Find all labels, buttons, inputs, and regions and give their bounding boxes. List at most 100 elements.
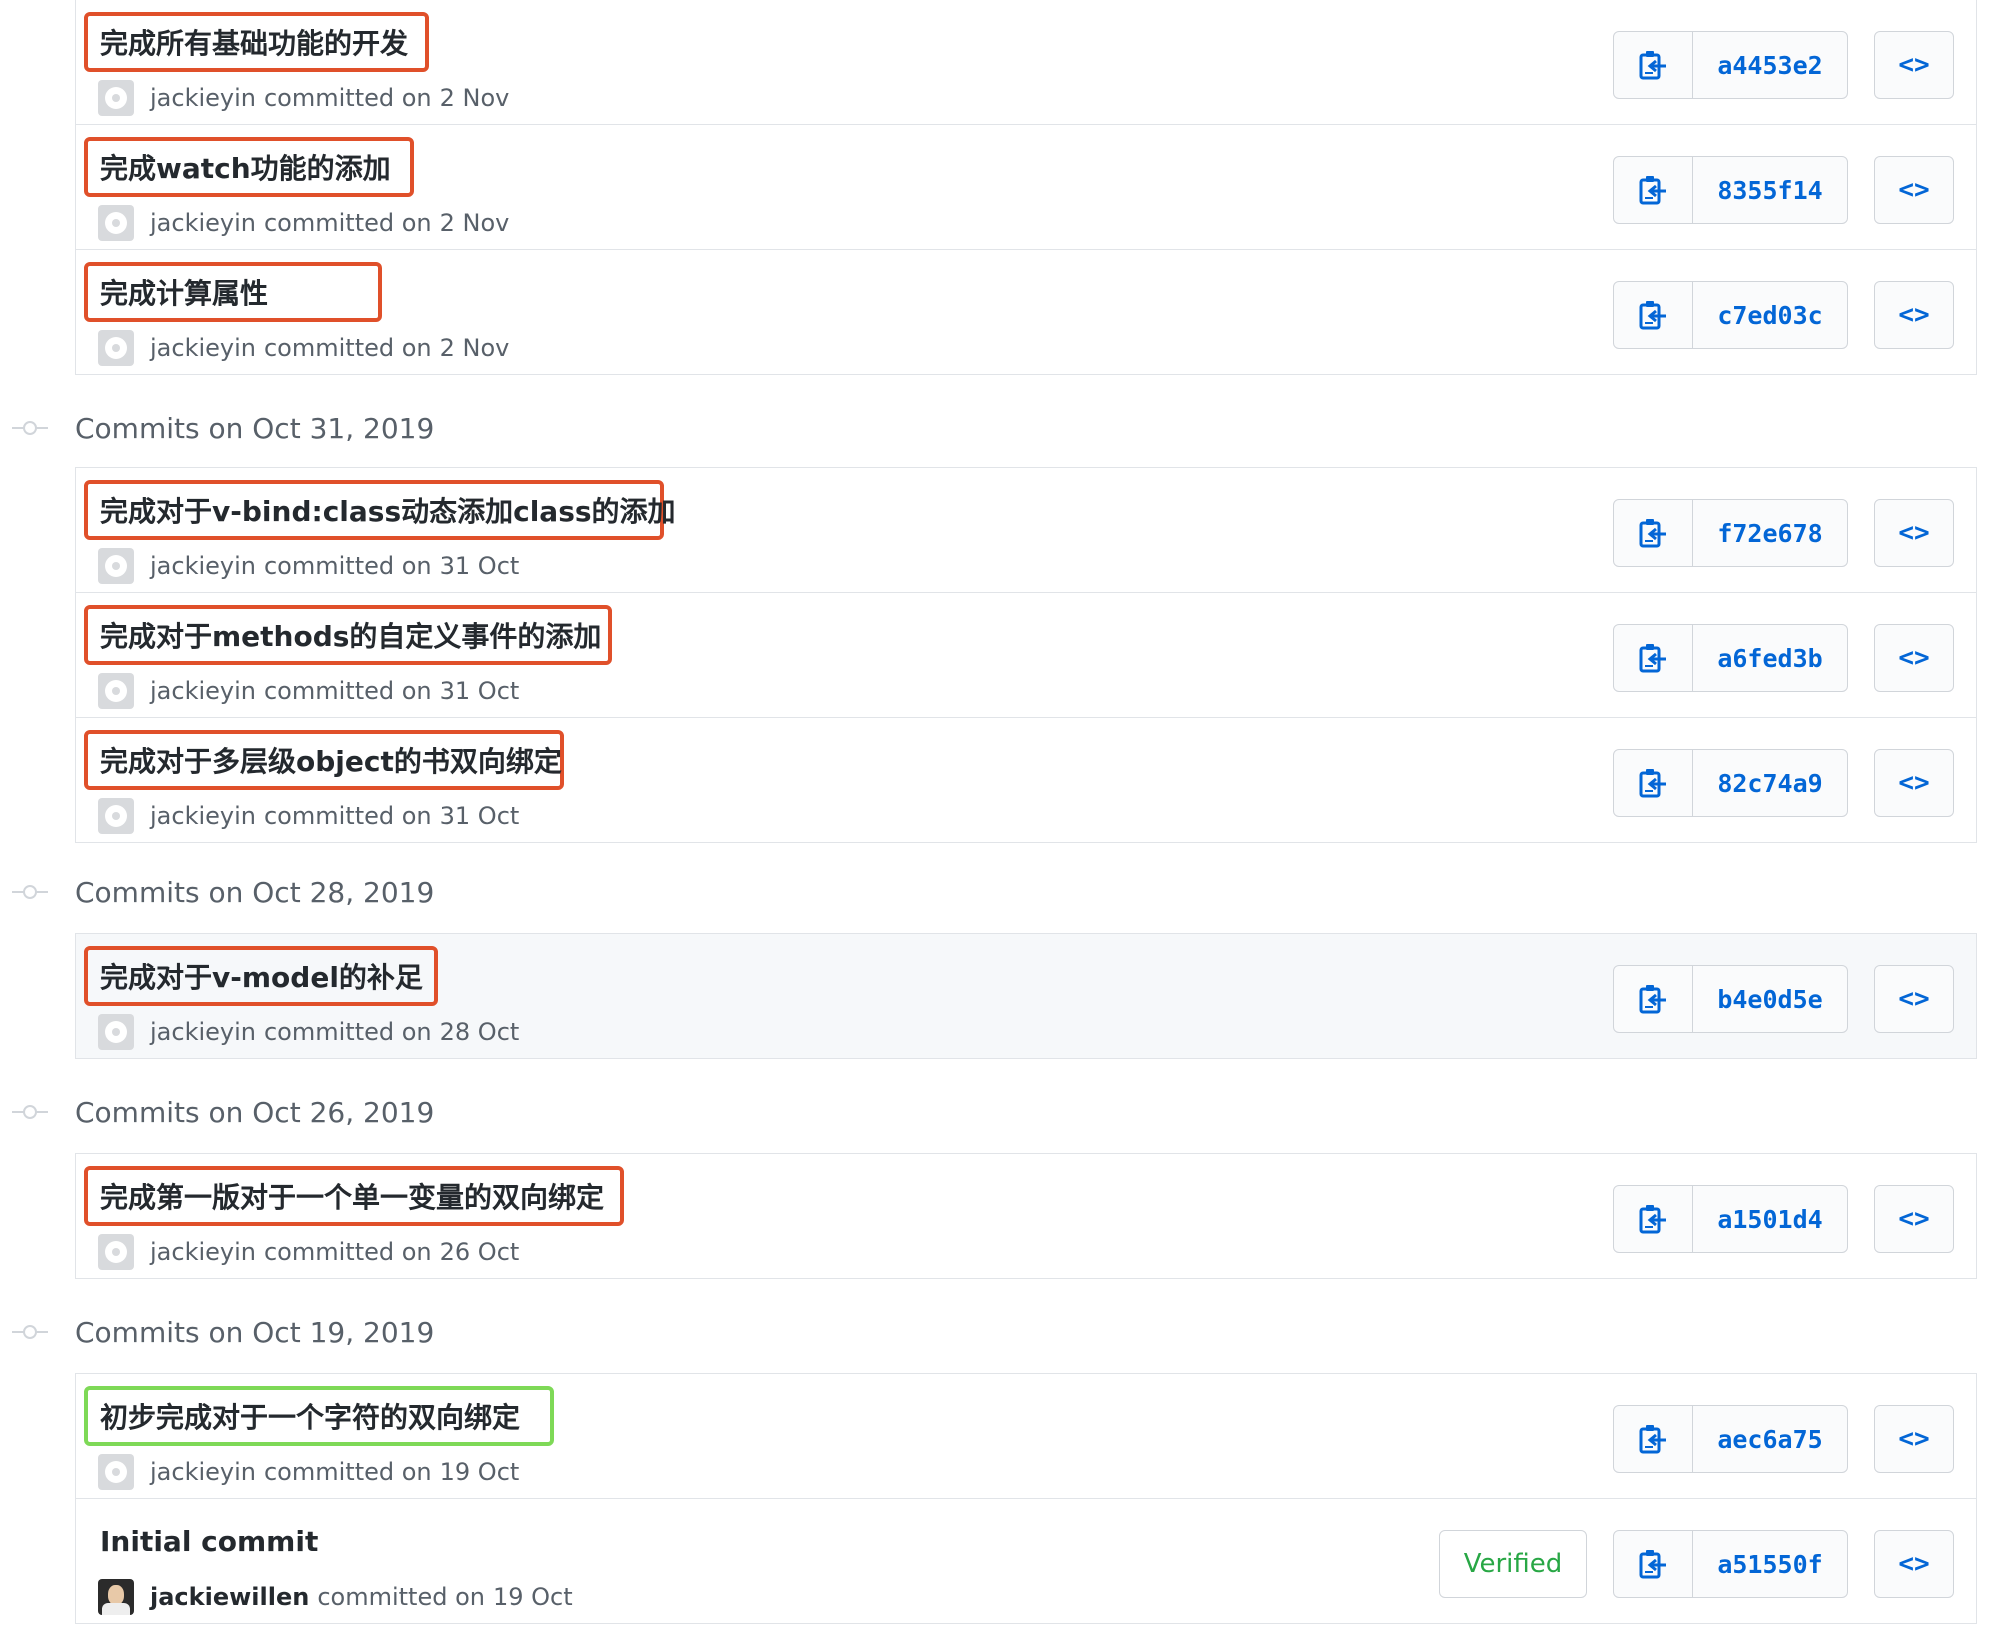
commit-meta: jackieyin committed on 31 Oct xyxy=(98,673,519,709)
copy-sha-group: 82c74a9 xyxy=(1613,749,1848,817)
commit-meta: jackieyin committed on 2 Nov xyxy=(98,205,509,241)
sha-link[interactable]: b4e0d5e xyxy=(1693,966,1847,1032)
commit-row: 完成对于多层级object的书双向绑定 jackieyin committed … xyxy=(76,717,1976,842)
commit-message-link[interactable]: 完成所有基础功能的开发 xyxy=(100,22,408,62)
commit-date: 26 Oct xyxy=(439,1238,520,1266)
code-brackets-icon: <> xyxy=(1898,50,1930,80)
copy-sha-group: a6fed3b xyxy=(1613,624,1848,692)
group-date: Commits on Oct 26, 2019 xyxy=(75,1095,435,1129)
copy-sha-group: a4453e2 xyxy=(1613,31,1848,99)
avatar[interactable] xyxy=(98,330,134,366)
avatar[interactable] xyxy=(98,673,134,709)
commit-message-highlight: 完成第一版对于一个单一变量的双向绑定 xyxy=(84,1166,624,1226)
browse-tree-button[interactable]: <> xyxy=(1874,499,1954,567)
browse-tree-button[interactable]: <> xyxy=(1874,749,1954,817)
author-link[interactable]: jackieyin xyxy=(150,334,256,362)
copy-sha-button[interactable] xyxy=(1614,1186,1693,1252)
avatar[interactable] xyxy=(98,1014,134,1050)
avatar[interactable] xyxy=(98,80,134,116)
commit-meta: jackieyin committed on 2 Nov xyxy=(98,330,509,366)
browse-tree-button[interactable]: <> xyxy=(1874,1185,1954,1253)
copy-sha-button[interactable] xyxy=(1614,750,1693,816)
copy-sha-button[interactable] xyxy=(1614,282,1693,348)
commit-date: 19 Oct xyxy=(439,1458,520,1486)
sha-link[interactable]: a6fed3b xyxy=(1693,625,1847,691)
github-default-avatar-icon xyxy=(105,1461,127,1483)
copy-sha-button[interactable] xyxy=(1614,500,1693,566)
commit-timeline-icon xyxy=(12,1105,48,1119)
copy-sha-group: aec6a75 xyxy=(1613,1405,1848,1473)
browse-tree-button[interactable]: <> xyxy=(1874,156,1954,224)
sha-link[interactable]: a4453e2 xyxy=(1693,32,1847,98)
author-link[interactable]: jackieyin xyxy=(150,1238,256,1266)
commit-message-link[interactable]: 初步完成对于一个字符的双向绑定 xyxy=(100,1396,520,1436)
author-link[interactable]: jackiewillen xyxy=(150,1583,309,1611)
author-link[interactable]: jackieyin xyxy=(150,1458,256,1486)
copy-sha-group: c7ed03c xyxy=(1613,281,1848,349)
commit-message: Initial commit xyxy=(84,1511,344,1571)
commit-message-link[interactable]: 完成对于methods的自定义事件的添加 xyxy=(100,615,601,655)
clipboard-icon xyxy=(1639,769,1666,798)
commit-message-link[interactable]: 完成第一版对于一个单一变量的双向绑定 xyxy=(100,1176,604,1216)
avatar[interactable] xyxy=(98,1234,134,1270)
sha-link[interactable]: a1501d4 xyxy=(1693,1186,1847,1252)
commit-actions: 82c74a9 <> xyxy=(1613,749,1954,817)
commit-group-3: 完成第一版对于一个单一变量的双向绑定 jackieyin committed o… xyxy=(75,1153,1977,1279)
author-link[interactable]: jackieyin xyxy=(150,1018,256,1046)
copy-sha-button[interactable] xyxy=(1614,32,1693,98)
browse-tree-button[interactable]: <> xyxy=(1874,965,1954,1033)
commit-date: 31 Oct xyxy=(439,552,520,580)
author-link[interactable]: jackieyin xyxy=(150,84,256,112)
sha-link[interactable]: aec6a75 xyxy=(1693,1406,1847,1472)
commit-actions: Verified a51550f <> xyxy=(1439,1530,1954,1598)
clipboard-icon xyxy=(1639,176,1666,205)
sha-link[interactable]: 8355f14 xyxy=(1693,157,1847,223)
avatar[interactable] xyxy=(98,205,134,241)
commit-message-link[interactable]: Initial commit xyxy=(100,1525,318,1558)
copy-sha-button[interactable] xyxy=(1614,625,1693,691)
clipboard-icon xyxy=(1639,985,1666,1014)
browse-tree-button[interactable]: <> xyxy=(1874,31,1954,99)
github-default-avatar-icon xyxy=(105,1241,127,1263)
github-default-avatar-icon xyxy=(105,1021,127,1043)
author-link[interactable]: jackieyin xyxy=(150,209,256,237)
group-date: Commits on Oct 28, 2019 xyxy=(75,875,435,909)
browse-tree-button[interactable]: <> xyxy=(1874,281,1954,349)
sha-link[interactable]: f72e678 xyxy=(1693,500,1847,566)
commit-message-link[interactable]: 完成计算属性 xyxy=(100,272,268,312)
copy-sha-button[interactable] xyxy=(1614,966,1693,1032)
browse-tree-button[interactable]: <> xyxy=(1874,1405,1954,1473)
avatar[interactable] xyxy=(98,1579,134,1615)
commit-message-link[interactable]: 完成对于v-model的补足 xyxy=(100,956,423,996)
commit-meta: jackieyin committed on 31 Oct xyxy=(98,798,519,834)
copy-sha-group: f72e678 xyxy=(1613,499,1848,567)
commit-date: 2 Nov xyxy=(439,84,510,112)
verified-badge[interactable]: Verified xyxy=(1439,1530,1587,1598)
committed-label: committed on xyxy=(263,1238,432,1266)
commit-message-link[interactable]: 完成对于多层级object的书双向绑定 xyxy=(100,740,562,780)
copy-sha-button[interactable] xyxy=(1614,1406,1693,1472)
avatar[interactable] xyxy=(98,1454,134,1490)
browse-tree-button[interactable]: <> xyxy=(1874,624,1954,692)
sha-link[interactable]: 82c74a9 xyxy=(1693,750,1847,816)
commit-row: 完成第一版对于一个单一变量的双向绑定 jackieyin committed o… xyxy=(76,1154,1976,1278)
committed-label: committed on xyxy=(263,1458,432,1486)
copy-sha-button[interactable] xyxy=(1614,157,1693,223)
committed-label: committed on xyxy=(263,1018,432,1046)
code-brackets-icon: <> xyxy=(1898,984,1930,1014)
copy-sha-button[interactable] xyxy=(1614,1531,1693,1597)
commit-message-link[interactable]: 完成watch功能的添加 xyxy=(100,147,391,187)
sha-link[interactable]: a51550f xyxy=(1693,1531,1847,1597)
avatar[interactable] xyxy=(98,548,134,584)
sha-link[interactable]: c7ed03c xyxy=(1693,282,1847,348)
author-link[interactable]: jackieyin xyxy=(150,802,256,830)
browse-tree-button[interactable]: <> xyxy=(1874,1530,1954,1598)
github-default-avatar-icon xyxy=(105,555,127,577)
commit-actions: 8355f14 <> xyxy=(1613,156,1954,224)
author-link[interactable]: jackieyin xyxy=(150,552,256,580)
author-link[interactable]: jackieyin xyxy=(150,677,256,705)
avatar[interactable] xyxy=(98,798,134,834)
commit-message-highlight: 完成计算属性 xyxy=(84,262,382,322)
committed-label: committed on xyxy=(263,84,432,112)
commit-message-link[interactable]: 完成对于v-bind:class动态添加class的添加 xyxy=(100,490,676,530)
